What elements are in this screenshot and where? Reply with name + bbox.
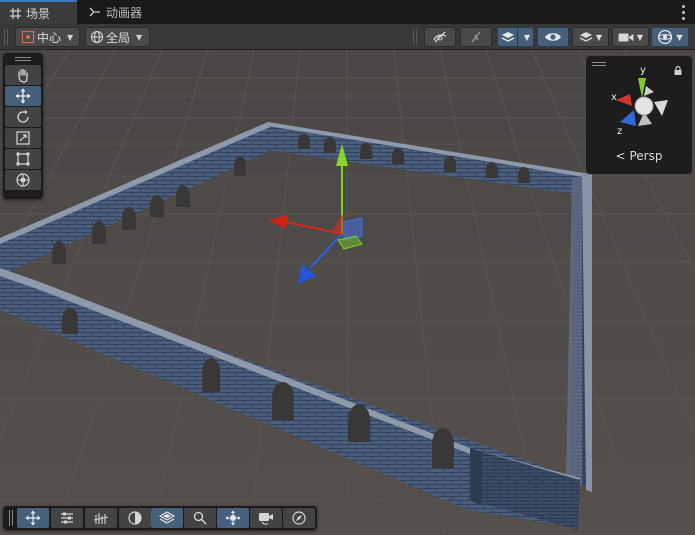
rotate-tool-button[interactable] (5, 107, 41, 127)
rotate-tool-icon (15, 109, 31, 125)
pivot-mode-dropdown[interactable]: 中心 ▼ (15, 27, 80, 47)
tab-scene[interactable]: 场景 (0, 0, 77, 24)
tab-scene-label: 场景 (26, 6, 51, 21)
particles-icon (93, 511, 109, 525)
layers-icon (579, 31, 593, 43)
transform-tool-button[interactable] (5, 170, 41, 190)
camera-overlay-icon (258, 511, 274, 525)
overlay-grip[interactable] (9, 510, 13, 526)
compass-icon (292, 511, 306, 525)
move-overlay-icon (25, 510, 41, 526)
overlay-particles-button[interactable] (85, 508, 117, 528)
chevron-down-icon: ▼ (523, 32, 531, 42)
search-overlay-icon (193, 511, 207, 525)
visibility-toggle-icon (431, 30, 449, 44)
palette-grip[interactable] (3, 53, 43, 65)
axis-cube[interactable]: y x z (586, 56, 692, 146)
lighting-icon (128, 511, 142, 525)
toolbar-grip-right[interactable] (413, 29, 419, 45)
chevron-down-icon: ▼ (595, 32, 603, 42)
rect-tool-icon (15, 151, 31, 167)
pivot-icon (21, 30, 35, 44)
axis-y-label: y (640, 65, 646, 76)
more-options-icon[interactable] (677, 3, 689, 21)
camera-dropdown[interactable]: ▼ (612, 27, 649, 47)
chevron-down-icon: ▼ (67, 32, 74, 42)
draw-mode-icon (544, 31, 562, 43)
pick-toggle-icon (468, 30, 484, 44)
overlay-camera-button[interactable] (250, 508, 282, 528)
view-mode-label: Persp (629, 149, 663, 163)
move-tool-icon (15, 88, 31, 104)
axis-z-cone (620, 110, 636, 126)
draw-mode-button[interactable] (537, 27, 569, 47)
globe-icon (90, 30, 104, 44)
view-mode-toggle[interactable]: < Persp (586, 149, 692, 163)
rect-tool-button[interactable] (5, 149, 41, 169)
hand-tool-button[interactable] (5, 65, 41, 85)
tab-animator-label: 动画器 (106, 5, 143, 20)
scale-tool-icon (15, 130, 31, 146)
axis-z-label: z (617, 126, 622, 137)
space-mode-label: 全局 (106, 30, 131, 45)
space-mode-dropdown[interactable]: 全局 ▼ (85, 27, 150, 47)
pivot-mode-label: 中心 (37, 30, 62, 45)
visibility-toggle-button[interactable] (424, 27, 456, 47)
scene-toolbar: 中心 ▼ 全局 ▼ ▼ ▼ ▼ ▼ (0, 24, 695, 50)
overlay-nav-button[interactable] (217, 508, 249, 528)
overlay-toolbar (3, 506, 317, 530)
chevron-down-icon: ▼ (676, 32, 683, 42)
tab-bar: 场景 动画器 (0, 0, 695, 24)
chevron-down-icon: ▼ (636, 32, 644, 42)
sliders-icon (60, 511, 74, 525)
layers-dropdown[interactable]: ▼ (572, 27, 609, 47)
overlay-move-button[interactable] (17, 508, 49, 528)
move-tool-button[interactable] (5, 86, 41, 106)
nav-overlay-icon (225, 510, 241, 526)
overlay-layers-button[interactable] (151, 508, 183, 528)
transform-tool-icon (15, 172, 31, 188)
layers-overlay-icon (159, 511, 175, 525)
axis-x-label: x (611, 92, 617, 103)
overlay-compass-button[interactable] (283, 508, 315, 528)
orientation-gizmo: y x z < Persp (586, 56, 692, 174)
chevron-down-icon: ▼ (136, 32, 143, 42)
grid-snap-dropdown[interactable]: ▼ (497, 27, 534, 47)
overlay-lighting-button[interactable] (119, 508, 151, 528)
overlay-sliders-button[interactable] (51, 508, 83, 528)
grid-snap-icon (501, 31, 515, 43)
hand-tool-icon (15, 67, 31, 83)
axis-center (634, 96, 654, 116)
toolbar-grip[interactable] (4, 29, 10, 45)
gizmos-icon (657, 29, 673, 45)
scale-tool-button[interactable] (5, 128, 41, 148)
gizmos-dropdown[interactable]: ▼ (651, 27, 689, 47)
animator-icon (88, 5, 102, 19)
pick-toggle-button[interactable] (460, 27, 492, 47)
tool-palette (3, 53, 43, 199)
overlay-search-button[interactable] (184, 508, 216, 528)
axis-x-cone (616, 94, 632, 106)
tab-animator[interactable]: 动画器 (86, 0, 142, 24)
camera-icon (618, 32, 634, 43)
perspective-icon: < (615, 149, 626, 163)
grid-icon (8, 6, 22, 20)
